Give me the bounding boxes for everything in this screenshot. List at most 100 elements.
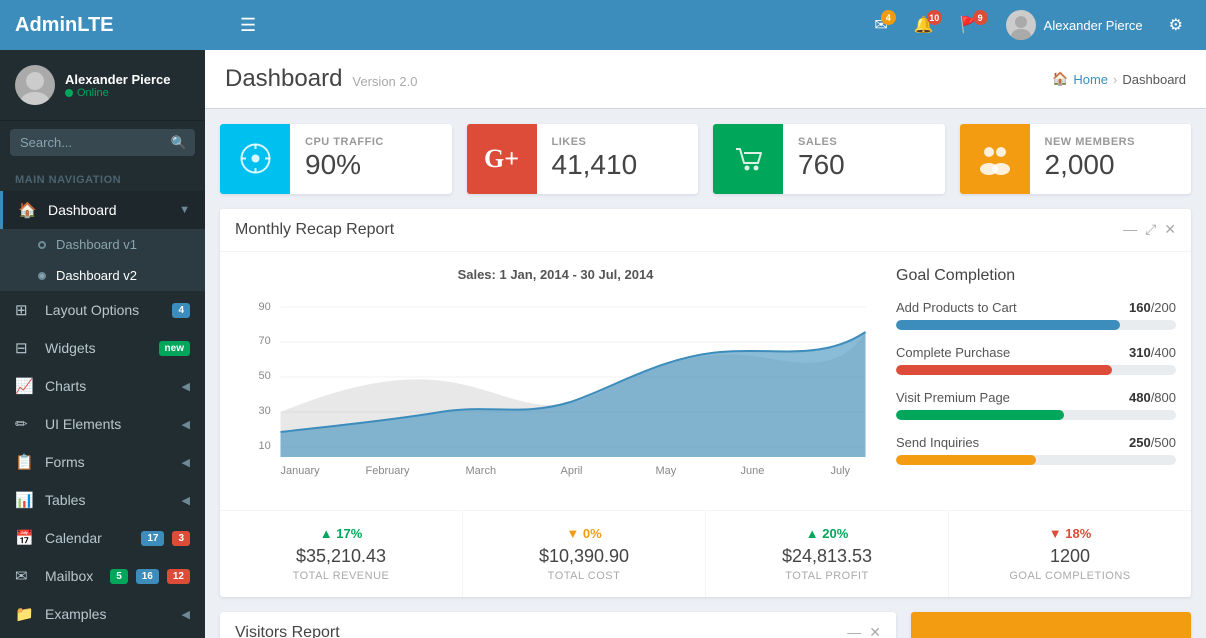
dashboard-icon: 🏠	[18, 201, 38, 219]
widgets-badge: new	[159, 341, 190, 356]
circle-icon-v1	[38, 241, 46, 249]
settings-button[interactable]: ⚙	[1161, 10, 1191, 40]
bell-button[interactable]: 🔔 10	[906, 10, 942, 40]
cpu-content: CPU TRAFFIC 90%	[290, 124, 399, 194]
monthly-report-panel: Monthly Recap Report — ⤢ ✕ Sales: 1 Jan,…	[220, 209, 1191, 597]
breadcrumb-sep: ›	[1113, 72, 1117, 87]
page-version: Version 2.0	[352, 74, 417, 89]
goal-fill-1	[896, 320, 1120, 330]
goal-name-1: Add Products to Cart	[896, 300, 1017, 315]
sidebar-label-examples: Examples	[45, 606, 182, 622]
goal-label-2: Complete Purchase 310/400	[896, 345, 1176, 360]
sidebar-label-dashboard-v2: Dashboard v2	[56, 268, 137, 283]
visitors-minimize[interactable]: —	[847, 624, 861, 638]
bell-badge: 10	[927, 10, 942, 25]
sidebar-item-examples[interactable]: 📁 Examples ◀	[0, 595, 205, 633]
sidebar-item-charts[interactable]: 📈 Charts ◀	[0, 367, 205, 405]
breadcrumb: 🏠 Home › Dashboard	[1052, 71, 1186, 87]
stat-boxes: CPU TRAFFIC 90% G+ LIKES 41,410	[220, 124, 1191, 194]
chart-left: Sales: 1 Jan, 2014 - 30 Jul, 2014 90 70 …	[235, 267, 876, 495]
examples-arrow: ◀	[182, 608, 190, 621]
goal-value-1: 160/200	[1129, 300, 1176, 315]
cost-amount: $10,390.90	[478, 546, 690, 567]
tables-arrow: ◀	[182, 494, 190, 507]
nav-section-title: MAIN NAVIGATION	[0, 164, 205, 191]
profit-change: ▲ 20%	[721, 526, 933, 541]
cpu-value: 90%	[305, 148, 384, 182]
svg-text:50: 50	[259, 370, 271, 382]
cost-label: TOTAL COST	[478, 570, 690, 582]
sidebar-label-tables: Tables	[45, 492, 182, 508]
sidebar-label-dashboard: Dashboard	[48, 202, 179, 218]
mailbox-badges: 5 16 12	[105, 569, 190, 584]
sidebar-item-mailbox[interactable]: ✉ Mailbox 5 16 12	[0, 557, 205, 595]
sidebar-label-forms: Forms	[45, 454, 182, 470]
svg-text:90: 90	[259, 301, 271, 313]
members-content: NEW MEMBERS 2,000	[1030, 124, 1150, 194]
goal-bar-4	[896, 455, 1176, 465]
stats-row: ▲ 17% $35,210.43 TOTAL REVENUE ▼ 0% $10,…	[220, 510, 1191, 597]
sidebar-item-forms[interactable]: 📋 Forms ◀	[0, 443, 205, 481]
sidebar-item-ui[interactable]: ✏ UI Elements ◀	[0, 405, 205, 443]
sales-content: SALES 760	[783, 124, 860, 194]
stats-cell-revenue: ▲ 17% $35,210.43 TOTAL REVENUE	[220, 511, 463, 597]
goal-value-4: 250/500	[1129, 435, 1176, 450]
goal-fill-4	[896, 455, 1036, 465]
mail-button[interactable]: ✉ 4	[866, 10, 895, 40]
menu-toggle[interactable]: ☰	[240, 15, 256, 36]
stat-box-members: NEW MEMBERS 2,000	[960, 124, 1192, 194]
goal-title: Goal Completion	[896, 267, 1176, 285]
examples-icon: 📁	[15, 605, 35, 623]
profit-label: TOTAL PROFIT	[721, 570, 933, 582]
mail-badge: 4	[881, 10, 896, 25]
sidebar-status: Online	[65, 87, 171, 99]
user-menu[interactable]: Alexander Pierce	[998, 5, 1151, 45]
sidebar-item-dashboard-v1[interactable]: Dashboard v1	[0, 229, 205, 260]
sales-label: SALES	[798, 136, 845, 148]
svg-text:10: 10	[259, 440, 271, 452]
expand-button[interactable]: ⤢	[1145, 221, 1156, 238]
calendar-badges: 17 3	[136, 531, 190, 546]
minimize-button[interactable]: —	[1123, 221, 1137, 238]
visitors-close[interactable]: ✕	[869, 624, 881, 638]
close-button[interactable]: ✕	[1164, 221, 1176, 238]
brand-name: Admin	[15, 14, 77, 36]
mailbox-badge-1: 5	[110, 569, 128, 584]
sidebar-avatar	[15, 65, 55, 105]
visitors-tools: — ✕	[847, 624, 881, 638]
revenue-label: TOTAL REVENUE	[235, 570, 447, 582]
goal-name-3: Visit Premium Page	[896, 390, 1010, 405]
breadcrumb-home[interactable]: Home	[1073, 72, 1108, 87]
goal-label-1: Add Products to Cart 160/200	[896, 300, 1176, 315]
user-avatar	[1006, 10, 1036, 40]
content-area: Dashboard Version 2.0 🏠 Home › Dashboard	[205, 50, 1206, 638]
visitors-title: Visitors Report	[235, 624, 340, 638]
goal-item-3: Visit Premium Page 480/800	[896, 390, 1176, 420]
brand-area: AdminLTE	[15, 14, 220, 37]
bottom-row: Visitors Report — ✕	[220, 612, 1191, 638]
svg-text:May: May	[656, 465, 677, 477]
stat-box-sales: SALES 760	[713, 124, 945, 194]
sidebar-item-layout[interactable]: ⊞ Layout Options 4	[0, 291, 205, 329]
sidebar-item-dashboard-v2[interactable]: Dashboard v2	[0, 260, 205, 291]
sales-value: 760	[798, 148, 845, 182]
flag-button[interactable]: 🚩 9	[952, 10, 988, 40]
cost-change: ▼ 0%	[478, 526, 690, 541]
sidebar-label-ui: UI Elements	[45, 416, 182, 432]
visitors-panel: Visitors Report — ✕	[220, 612, 896, 638]
sidebar-item-dashboard[interactable]: 🏠 Dashboard ▼	[0, 191, 205, 229]
likes-icon-area: G+	[467, 124, 537, 194]
sidebar: Alexander Pierce Online 🔍 MAIN NAVIGATIO…	[0, 50, 205, 638]
sidebar-item-calendar[interactable]: 📅 Calendar 17 3	[0, 519, 205, 557]
sidebar-item-tables[interactable]: 📊 Tables ◀	[0, 481, 205, 519]
tables-icon: 📊	[15, 491, 35, 509]
goal-item-4: Send Inquiries 250/500	[896, 435, 1176, 465]
flag-badge: 9	[973, 10, 988, 25]
monthly-report-title: Monthly Recap Report	[235, 221, 394, 239]
charts-icon: 📈	[15, 377, 35, 395]
search-icon[interactable]: 🔍	[171, 135, 187, 151]
search-input[interactable]	[10, 129, 195, 156]
sidebar-label-widgets: Widgets	[45, 340, 154, 356]
sidebar-item-widgets[interactable]: ⊟ Widgets new	[0, 329, 205, 367]
layout-badge: 4	[172, 303, 190, 318]
